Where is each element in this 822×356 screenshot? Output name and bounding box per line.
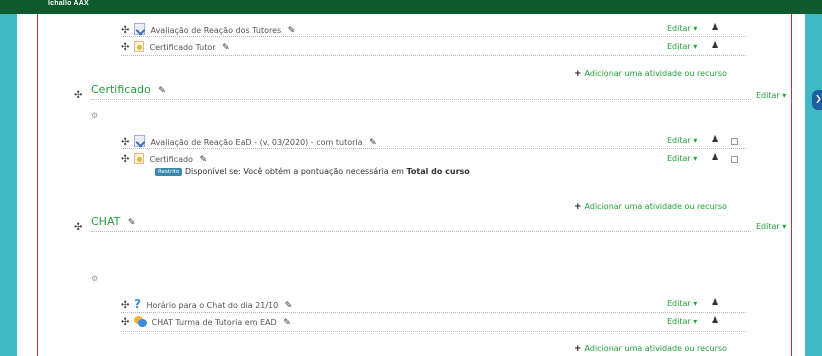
move-icon[interactable]: ✣ [121, 154, 129, 165]
edit-menu[interactable]: Editar ▾ [667, 154, 697, 163]
activity-link[interactable]: Certificado [149, 155, 192, 164]
side-panel-toggle[interactable]: ❯ [812, 90, 822, 110]
divider [121, 331, 746, 332]
edit-link[interactable]: Editar [667, 42, 691, 51]
move-icon[interactable]: ✣ [121, 300, 129, 311]
activity-link[interactable]: Avaliação de Reação dos Tutores [150, 26, 281, 35]
section-divider [91, 99, 751, 100]
edit-link[interactable]: Editar [667, 299, 691, 308]
completion-checkbox[interactable] [731, 156, 738, 163]
divider [121, 55, 746, 56]
edit-title-icon[interactable]: ✎ [200, 155, 208, 165]
caret-down-icon: ▾ [779, 91, 787, 100]
restricted-badge: Restrito [155, 167, 183, 176]
edit-title-icon[interactable]: ✎ [369, 138, 377, 148]
top-bar: Ichallo AAX [0, 0, 822, 14]
user-icon[interactable]: ♟ [711, 153, 719, 163]
add-activity-link[interactable]: + Adicionar uma atividade ou recurso [574, 202, 727, 212]
user-icon[interactable]: ♟ [711, 298, 719, 308]
certificate-icon [133, 153, 144, 164]
user-icon[interactable]: ♟ [711, 41, 719, 51]
quiz-icon [133, 135, 145, 147]
section-move-icon[interactable]: ✣ [74, 91, 82, 101]
caret-down-icon: ▾ [690, 317, 698, 326]
activity-row: ✣ Avaliação de Reação EaD - (v. 03/2020)… [121, 135, 377, 148]
edit-title-icon[interactable]: ✎ [128, 218, 136, 228]
activity-link[interactable]: Avaliação de Reação EaD - (v. 03/2020) -… [150, 138, 362, 147]
activity-row: ✣ Avaliação de Reação dos Tutores ✎ [121, 23, 295, 36]
activity-link[interactable]: Certificado Tutor [149, 43, 215, 52]
add-activity-label: Adicionar uma atividade ou recurso [584, 202, 727, 211]
activity-row: ✣ CHAT Turma de Tutoria em EAD ✎ [121, 316, 291, 328]
section-divider [91, 231, 751, 232]
edit-link[interactable]: Editar [667, 136, 691, 145]
edit-menu[interactable]: Editar ▾ [667, 24, 697, 33]
move-icon[interactable]: ✣ [121, 42, 129, 53]
section-move-icon[interactable]: ✣ [74, 223, 82, 233]
divider [121, 148, 746, 149]
chat-icon [133, 316, 147, 327]
activity-row: ✣ Certificado Tutor ✎ [121, 41, 230, 53]
gear-icon[interactable]: ⚙ [91, 274, 98, 283]
user-icon[interactable]: ♟ [711, 316, 719, 326]
restriction-info: Restrito Disponível se: Você obtém a pon… [155, 167, 470, 176]
caret-down-icon: ▾ [690, 136, 698, 145]
divider [121, 36, 746, 37]
activity-row: ✣ ? Horário para o Chat do dia 21/10 ✎ [121, 297, 292, 311]
edit-link[interactable]: Editar [667, 317, 691, 326]
edit-title-icon[interactable]: ✎ [285, 301, 293, 311]
activity-link[interactable]: CHAT Turma de Tutoria em EAD [151, 318, 276, 327]
caret-down-icon: ▾ [690, 154, 698, 163]
restriction-text: Disponível se: Você obtém a pontuação ne… [184, 167, 404, 176]
site-title: Ichallo AAX [48, 0, 89, 7]
user-icon[interactable]: ♟ [711, 135, 719, 145]
section-title-text[interactable]: CHAT [91, 215, 120, 228]
edit-menu[interactable]: Editar ▾ [667, 317, 697, 326]
edit-title-icon[interactable]: ✎ [222, 43, 230, 53]
plus-icon: + [574, 202, 582, 212]
edit-link[interactable]: Editar [756, 91, 780, 100]
plus-icon: + [574, 69, 582, 79]
edit-title-icon[interactable]: ✎ [283, 318, 291, 328]
edit-menu[interactable]: Editar ▾ [667, 136, 697, 145]
add-activity-link[interactable]: + Adicionar uma atividade ou recurso [574, 69, 727, 79]
plus-icon: + [574, 344, 582, 354]
toggle-icon: ❯ [815, 94, 822, 103]
question-mark-icon: ? [133, 297, 141, 311]
completion-checkbox[interactable] [731, 138, 738, 145]
gear-icon[interactable]: ⚙ [91, 111, 98, 120]
section-edit-menu[interactable]: Editar ▾ [756, 91, 786, 100]
section-title: Certificado ✎ [91, 83, 166, 96]
caret-down-icon: ▾ [690, 42, 698, 51]
edit-title-icon[interactable]: ✎ [288, 26, 296, 36]
edit-link[interactable]: Editar [756, 222, 780, 231]
edit-link[interactable]: Editar [667, 24, 691, 33]
edit-menu[interactable]: Editar ▾ [667, 42, 697, 51]
caret-down-icon: ▾ [779, 222, 787, 231]
caret-down-icon: ▾ [690, 24, 698, 33]
certificate-icon [133, 41, 144, 52]
caret-down-icon: ▾ [690, 299, 698, 308]
add-activity-label: Adicionar uma atividade ou recurso [584, 69, 727, 78]
edit-menu[interactable]: Editar ▾ [667, 299, 697, 308]
move-icon[interactable]: ✣ [121, 25, 129, 36]
quiz-icon [133, 23, 145, 35]
add-activity-link[interactable]: + Adicionar uma atividade ou recurso [574, 344, 727, 354]
add-activity-label: Adicionar uma atividade ou recurso [584, 344, 727, 353]
edit-link[interactable]: Editar [667, 154, 691, 163]
section-edit-menu[interactable]: Editar ▾ [756, 222, 786, 231]
move-icon[interactable]: ✣ [121, 137, 129, 148]
section-title: CHAT ✎ [91, 215, 135, 228]
user-icon[interactable]: ♟ [711, 23, 719, 33]
move-icon[interactable]: ✣ [121, 317, 129, 328]
edit-title-icon[interactable]: ✎ [158, 86, 166, 96]
activity-link[interactable]: Horário para o Chat do dia 21/10 [146, 301, 278, 310]
section-title-text[interactable]: Certificado [91, 83, 151, 96]
divider [121, 312, 746, 313]
activity-row: ✣ Certificado ✎ [121, 153, 207, 165]
restriction-target: Total do curso [406, 167, 470, 176]
